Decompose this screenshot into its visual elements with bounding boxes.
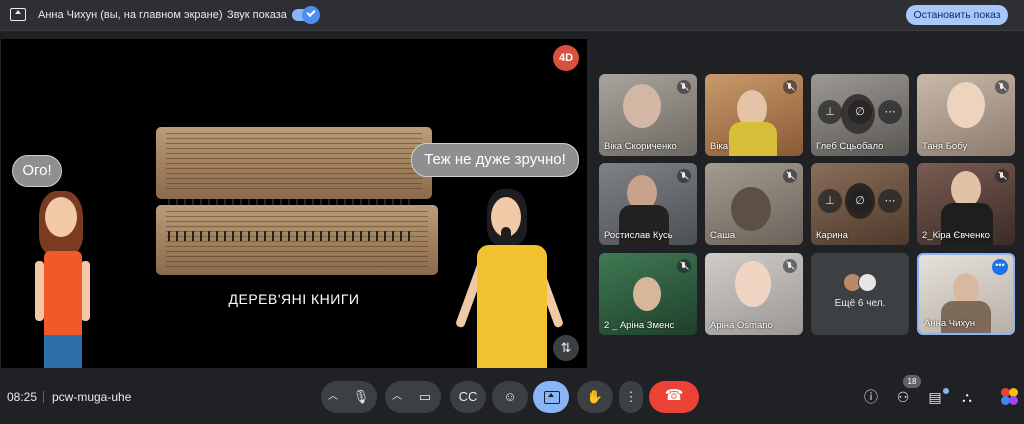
unread-indicator (943, 388, 949, 394)
participant-name: 2 _ Аріна Зменс (604, 320, 675, 331)
emoji-button[interactable]: ☺ (492, 381, 528, 413)
pin-icon[interactable]: ⊥ (818, 100, 842, 124)
participant-tile[interactable]: Таня Бобу (917, 74, 1015, 156)
chevron-up-icon[interactable]: ︿ (321, 381, 345, 413)
swap-layout-button[interactable]: ⇅ (553, 335, 579, 361)
mic-off-icon (783, 169, 797, 183)
divider (43, 391, 44, 403)
share-sound-label: Звук показа (227, 9, 287, 21)
mic-off-icon[interactable]: ∅ (848, 100, 872, 124)
tile-hover-controls: ⊥ ∅ ⋯ (811, 100, 909, 128)
end-call-button[interactable]: ☎ (649, 381, 699, 413)
mic-off-icon (995, 80, 1009, 94)
chevron-up-icon[interactable]: ︿ (385, 381, 409, 413)
self-view-tile[interactable]: ••• Анна Чихун (917, 253, 1015, 335)
camera-button[interactable]: ▭ (409, 381, 441, 413)
mic-off-icon (677, 169, 691, 183)
participant-tile[interactable]: ⊥ ∅ ⋯ Глеб Сцьобало (811, 74, 909, 156)
participant-name: Карина (816, 230, 848, 241)
share-sound-toggle[interactable] (292, 6, 320, 24)
meeting-time: 08:25 (7, 390, 38, 404)
mic-off-icon (783, 80, 797, 94)
participant-name: Аріна Osmano (710, 320, 773, 331)
more-options-icon[interactable]: ⋯ (878, 189, 902, 213)
more-options-icon[interactable]: ⋯ (878, 100, 902, 124)
present-now-button[interactable] (533, 381, 569, 413)
participant-name: Ростислав Кусь (604, 230, 673, 241)
present-screen-icon (10, 8, 26, 21)
more-options-button[interactable]: ⋮ (619, 381, 643, 413)
speech-bubble-right: Теж не дуже зручно! (411, 143, 579, 177)
speech-bubble-left: Ого! (12, 155, 62, 187)
companion-app-icon[interactable] (999, 384, 1024, 410)
presenting-label: Анна Чихун (вы, на главном экране) (38, 9, 223, 21)
captions-button[interactable]: CC (450, 381, 486, 413)
tile-hover-controls: ⊥ ∅ ⋯ (811, 189, 909, 217)
mic-off-icon (677, 259, 691, 273)
participant-name: Таня Бобу (922, 141, 968, 152)
pin-icon[interactable]: ⊥ (818, 189, 842, 213)
participant-name: Віка Скориченко (604, 141, 677, 152)
cartoon-character-left (29, 189, 109, 368)
others-count-label: Ещё 6 чел. (834, 298, 886, 309)
channel-logo: 4D (553, 45, 579, 71)
participant-tile[interactable]: Аріна Osmano (705, 253, 803, 335)
participant-tile[interactable]: ⊥ ∅ ⋯ Карина (811, 163, 909, 245)
participant-tile[interactable]: Ростислав Кусь (599, 163, 697, 245)
meeting-code: pcw-muga-uhe (52, 390, 132, 404)
participant-name: Саша (710, 230, 736, 241)
others-tile[interactable]: Ещё 6 чел. (811, 253, 909, 335)
participant-name: Анна Чихун (924, 318, 976, 329)
tablet-binding (168, 231, 416, 241)
check-icon (302, 6, 320, 24)
stop-presenting-button[interactable]: Остановить показ (906, 5, 1008, 25)
more-options-icon[interactable]: ••• (992, 259, 1008, 275)
participant-name: Глеб Сцьобало (816, 141, 884, 152)
participant-tile[interactable]: 2 _ Аріна Зменс (599, 253, 697, 335)
participant-tile[interactable]: 2_Кіра Євченко (917, 163, 1015, 245)
participant-tile[interactable]: Віка Скориченко (599, 74, 697, 156)
mic-off-icon (995, 169, 1009, 183)
activities-icon[interactable]: ⛬ (956, 386, 978, 408)
mic-off-icon (677, 80, 691, 94)
info-icon[interactable]: ⓘ (860, 386, 882, 408)
participant-name: 2_Кіра Євченко (922, 230, 990, 241)
mic-off-icon (783, 259, 797, 273)
avatar (858, 273, 877, 292)
wooden-tablet-top (156, 127, 432, 199)
cartoon-character-right (454, 187, 565, 368)
others-avatars (843, 273, 879, 293)
raise-hand-button[interactable]: ✋ (577, 381, 613, 413)
participant-tile[interactable]: Саша (705, 163, 803, 245)
mic-button[interactable]: 🎙 (345, 381, 377, 413)
participant-name: Віка (710, 141, 729, 152)
mic-off-icon[interactable]: ∅ (848, 189, 872, 213)
people-icon[interactable]: ⚇ (892, 386, 914, 408)
participant-tile[interactable]: Віка (705, 74, 803, 156)
presenting-banner: Анна Чихун (вы, на главном экране) Звук … (0, 0, 1024, 31)
presentation-stage: 4D ДЕРЕВ'ЯНІ КНИГИ Ого! Теж не дуже зруч… (1, 39, 587, 368)
